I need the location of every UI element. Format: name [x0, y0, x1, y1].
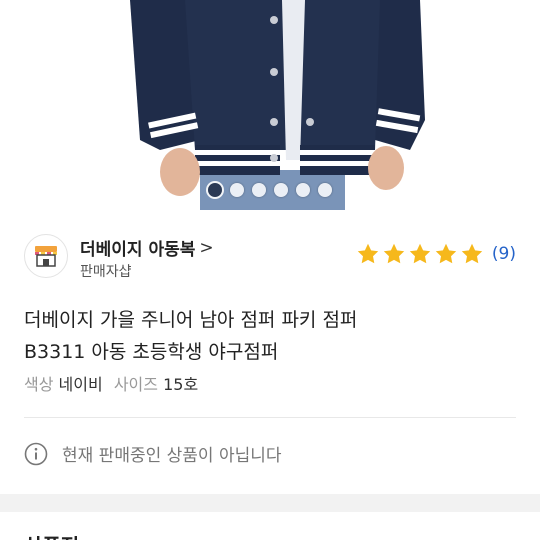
- option-value-color: 네이비: [58, 375, 103, 394]
- seller-rating[interactable]: (9): [356, 242, 516, 266]
- seller-row[interactable]: 더베이지 아동복 > 판매자샵 (9): [24, 232, 516, 282]
- product-title: 더베이지 가을 주니어 남아 점퍼 파키 점퍼 B3311 아동 초등학생 야구…: [24, 304, 516, 368]
- shop-logo[interactable]: [24, 234, 68, 278]
- carousel-indicator[interactable]: [0, 183, 540, 197]
- product-options: 색상 네이비 사이즈 15호: [24, 371, 204, 395]
- carousel-dot-6[interactable]: [318, 183, 332, 197]
- product-info-heading: 상품정: [24, 530, 79, 540]
- star-icon: [461, 243, 483, 264]
- carousel-dot-3[interactable]: [252, 183, 266, 197]
- option-value-size: 15호: [163, 375, 199, 394]
- chevron-right-icon: >: [199, 237, 214, 258]
- storefront-icon: [35, 246, 57, 267]
- product-title-line-1: 더베이지 가을 주니어 남아 점퍼 파키 점퍼: [24, 309, 358, 331]
- carousel-dot-1[interactable]: [208, 183, 222, 197]
- divider: [24, 417, 516, 418]
- star-icon: [435, 243, 457, 264]
- notice-text: 현재 판매중인 상품이 아닙니다: [62, 446, 282, 466]
- shop-name: 더베이지 아동복: [80, 240, 196, 260]
- product-title-line-2: B3311 아동 초등학생 야구점퍼: [24, 341, 279, 363]
- option-label-color: 색상: [24, 375, 54, 394]
- jacket-photo: [130, 0, 425, 210]
- option-label-size: 사이즈: [113, 375, 158, 394]
- shop-subtitle: 판매자샵: [80, 264, 132, 280]
- info-icon: [24, 442, 48, 465]
- star-icon: [409, 243, 431, 264]
- review-count[interactable]: (9): [492, 244, 516, 264]
- star-icon: [383, 243, 405, 264]
- star-icon: [357, 243, 379, 264]
- shop-name-link[interactable]: 더베이지 아동복 >: [80, 235, 214, 261]
- carousel-dot-4[interactable]: [274, 183, 288, 197]
- not-on-sale-notice: 현재 판매중인 상품이 아닙니다: [24, 441, 282, 466]
- section-separator: [0, 494, 540, 512]
- carousel-dot-2[interactable]: [230, 183, 244, 197]
- carousel-dot-5[interactable]: [296, 183, 310, 197]
- product-image[interactable]: [0, 0, 540, 210]
